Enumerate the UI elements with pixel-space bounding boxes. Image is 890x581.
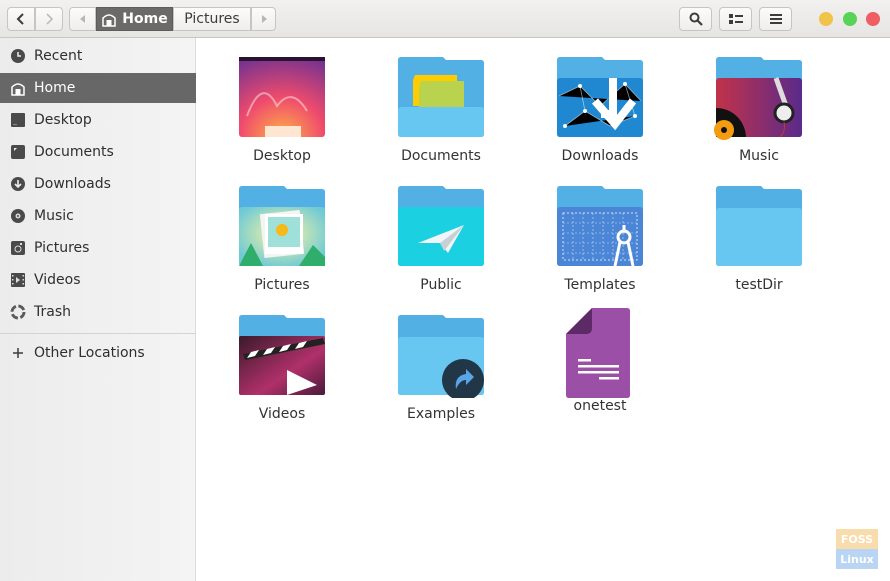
header-bar: Home Pictures: [0, 0, 890, 38]
desktop-icon: [10, 112, 26, 128]
file-item-downloads[interactable]: Downloads: [525, 56, 675, 181]
videos-folder-icon: [237, 314, 327, 398]
sidebar-item-documents[interactable]: Documents: [0, 137, 196, 167]
sidebar-item-music[interactable]: Music: [0, 201, 196, 231]
home-icon: [10, 80, 26, 96]
file-manager-window: Home Pictures Recent Home Desktop Docume…: [0, 0, 890, 581]
file-item-pictures[interactable]: Pictures: [207, 185, 357, 310]
list-view-icon: [728, 14, 743, 24]
file-item-onetest[interactable]: onetest: [525, 306, 675, 431]
file-item-music[interactable]: Music: [684, 56, 834, 181]
back-button[interactable]: [7, 7, 35, 31]
link-folder-icon: [396, 314, 486, 401]
sidebar-item-label: Documents: [34, 144, 114, 160]
file-name: Examples: [406, 406, 476, 422]
file-name: Desktop: [253, 148, 311, 164]
sidebar-item-label: Downloads: [34, 176, 111, 192]
minimize-button[interactable]: [819, 12, 833, 26]
chevron-left-icon: [16, 13, 24, 25]
hamburger-menu-icon: [769, 14, 782, 24]
trash-icon: [10, 304, 26, 320]
path-pictures-button[interactable]: Pictures: [173, 7, 251, 31]
file-name: Public: [420, 277, 462, 293]
folder-icon: [714, 185, 804, 269]
sidebar-item-desktop[interactable]: Desktop: [0, 105, 196, 135]
camera-icon: [10, 240, 26, 256]
sidebar-item-pictures[interactable]: Pictures: [0, 233, 196, 263]
templates-folder-icon: [555, 185, 645, 269]
pictures-folder-icon: [237, 185, 327, 269]
file-name: testDir: [735, 277, 783, 293]
watermark-top: FOSS: [836, 529, 878, 549]
sidebar-item-recent[interactable]: Recent: [0, 41, 196, 71]
sidebar-item-downloads[interactable]: Downloads: [0, 169, 196, 199]
watermark-bottom: Linux: [836, 549, 878, 569]
path-scroll-left-button[interactable]: [69, 7, 96, 31]
arrow-left-icon: [79, 15, 85, 23]
file-name: Templates: [564, 277, 636, 293]
sidebar-item-home[interactable]: Home: [0, 73, 196, 103]
music-icon: [10, 208, 26, 224]
file-item-templates[interactable]: Templates: [525, 185, 675, 310]
maximize-button[interactable]: [843, 12, 857, 26]
sidebar-item-trash[interactable]: Trash: [0, 297, 196, 327]
music-folder-icon: [714, 56, 804, 140]
path-home-button[interactable]: Home: [96, 7, 173, 31]
file-item-examples[interactable]: Examples: [366, 314, 516, 439]
sidebar-separator: [0, 333, 196, 334]
sidebar: Recent Home Desktop Documents Downloads …: [0, 38, 196, 581]
watermark-logo: FOSS Linux: [836, 529, 878, 569]
view-toggle-button[interactable]: [719, 7, 752, 31]
document-file-icon: [555, 306, 645, 398]
file-name: Documents: [401, 148, 481, 164]
home-icon: [102, 14, 117, 27]
path-scroll-right-button[interactable]: [251, 7, 276, 31]
file-name: Downloads: [561, 148, 639, 164]
download-icon: [10, 176, 26, 192]
sidebar-item-label: Music: [34, 208, 74, 224]
sidebar-item-label: Desktop: [34, 112, 92, 128]
film-icon: [10, 272, 26, 288]
sidebar-item-label: Trash: [34, 304, 71, 320]
sidebar-item-label: Pictures: [34, 240, 90, 256]
file-item-desktop[interactable]: Desktop: [207, 56, 357, 181]
arrow-right-icon: [261, 15, 267, 23]
file-item-public[interactable]: Public: [366, 185, 516, 310]
sidebar-item-label: Videos: [34, 272, 81, 288]
menu-button[interactable]: [759, 7, 792, 31]
plus-icon: [10, 345, 26, 361]
sidebar-item-label: Recent: [34, 48, 83, 64]
document-icon: [10, 144, 26, 160]
path-pictures-label: Pictures: [184, 11, 240, 27]
file-item-videos[interactable]: Videos: [207, 314, 357, 439]
file-name: Pictures: [254, 277, 310, 293]
sidebar-item-label: Other Locations: [34, 345, 145, 361]
clock-icon: [10, 48, 26, 64]
search-icon: [689, 12, 703, 26]
close-button[interactable]: [866, 12, 880, 26]
file-name: onetest: [573, 398, 627, 414]
sidebar-item-videos[interactable]: Videos: [0, 265, 196, 295]
sidebar-item-label: Home: [34, 80, 76, 96]
file-item-testdir[interactable]: testDir: [684, 185, 834, 310]
desktop-folder-icon: [237, 56, 327, 140]
chevron-right-icon: [46, 13, 54, 25]
downloads-folder-icon: [555, 56, 645, 140]
file-item-documents[interactable]: Documents: [366, 56, 516, 181]
file-name: Music: [739, 148, 779, 164]
file-name: Videos: [258, 406, 306, 422]
path-home-label: Home: [122, 11, 168, 27]
sidebar-item-other-locations[interactable]: Other Locations: [0, 338, 196, 368]
forward-button[interactable]: [35, 7, 63, 31]
search-button[interactable]: [679, 7, 712, 31]
documents-folder-icon: [396, 56, 486, 140]
public-folder-icon: [396, 185, 486, 269]
